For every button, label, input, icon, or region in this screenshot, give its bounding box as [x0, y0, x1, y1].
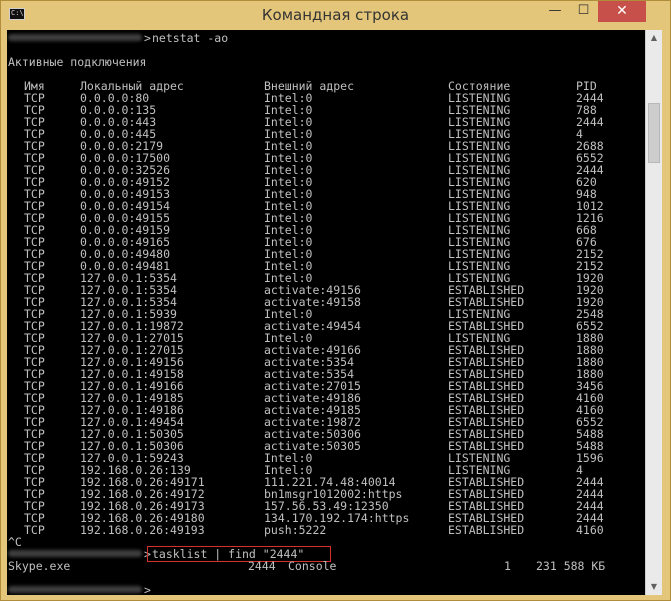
command-text: netstat -ao — [152, 31, 229, 45]
scroll-up-arrow-icon[interactable]: ▲ — [646, 30, 662, 46]
state: ESTABLISHED — [448, 523, 525, 537]
title-bar[interactable]: C:\ Командная строка — ☐ ✕ — [1, 1, 670, 31]
prompt-symbol: > — [144, 31, 151, 45]
vertical-scrollbar[interactable]: ▲ ▼ — [645, 30, 662, 595]
minimize-button[interactable]: — — [541, 1, 569, 22]
interrupt-text: ^C — [8, 535, 22, 549]
active-connections-title: Активные подключения — [8, 55, 147, 69]
console-output[interactable]: > netstat -ao Активные подключения Имя Локал… — [7, 30, 645, 595]
memory-usage: 231 588 КБ — [536, 559, 606, 573]
close-button[interactable]: ✕ — [598, 1, 646, 22]
maximize-button[interactable]: ☐ — [570, 1, 597, 22]
scroll-thumb[interactable] — [648, 103, 660, 163]
command-prompt-window: C:\ Командная строка — ☐ ✕ > netstat -ao А… — [0, 0, 671, 601]
pid: 4160 — [576, 523, 604, 537]
session-name: Console — [288, 559, 337, 573]
session-number: 1 — [504, 559, 511, 573]
local-address: 192.168.0.26:49193 — [80, 523, 205, 537]
result-pid: 2444 — [248, 559, 276, 573]
scroll-down-arrow-icon[interactable]: ▼ — [646, 579, 662, 595]
redacted-path — [8, 586, 142, 593]
redacted-path — [8, 550, 142, 557]
image-name: Skype.exe — [8, 559, 71, 573]
prompt-symbol: > — [144, 583, 151, 595]
redacted-path — [8, 34, 142, 41]
foreign-address: push:5222 — [264, 523, 327, 537]
protocol: TCP — [24, 523, 45, 537]
